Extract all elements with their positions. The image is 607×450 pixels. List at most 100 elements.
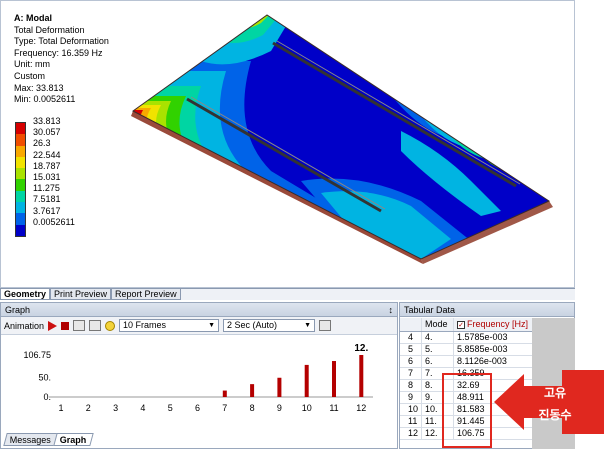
x-tick-label: 9 bbox=[277, 403, 282, 413]
y-tick-label: 0. bbox=[43, 392, 51, 402]
animation-toolbar: Animation 10 Frames ▼ 2 Sec (Auto) ▼ bbox=[1, 317, 397, 335]
mode-cell: 6. bbox=[421, 356, 453, 367]
result-title: A: Modal bbox=[14, 13, 52, 23]
legend-label: 15.031 bbox=[33, 171, 61, 182]
chevron-down-icon: ▼ bbox=[304, 322, 312, 329]
legend-swatch bbox=[16, 202, 25, 214]
legend-label: 11.275 bbox=[33, 183, 60, 194]
legend-label: 0.0052611 bbox=[33, 216, 75, 227]
row-number: 11 bbox=[408, 416, 418, 426]
legend-labels: 33.813 30.057 26.3 22.544 18.787 15.031 11.275… bbox=[33, 116, 75, 228]
mode-cell: 5. bbox=[421, 344, 453, 355]
legend-swatch bbox=[16, 156, 25, 169]
result-unit: Unit: mm bbox=[14, 59, 50, 70]
legend-label: 7.5181 bbox=[33, 194, 61, 205]
result-type: Type: Total Deformation bbox=[14, 36, 109, 47]
graph-title: Graph bbox=[5, 305, 31, 315]
tabular-title: Tabular Data bbox=[400, 303, 574, 317]
view-tabs: Geometry Print Preview Report Preview bbox=[0, 288, 575, 300]
legend-swatch bbox=[16, 134, 25, 146]
animation-label: Animation bbox=[4, 320, 45, 331]
row-number: 6 bbox=[408, 356, 414, 366]
x-tick-label: 6 bbox=[195, 403, 200, 413]
frequency-bar[interactable] bbox=[304, 364, 309, 397]
x-tick-label: 1 bbox=[58, 403, 63, 413]
checkbox-icon[interactable]: ✓ bbox=[457, 320, 465, 329]
graph-pane-title: Graph ↕ bbox=[1, 303, 397, 317]
frames-dropdown[interactable]: 10 Frames ▼ bbox=[119, 319, 220, 332]
result-name: Total Deformation bbox=[14, 24, 85, 35]
y-tick-label: 50. bbox=[38, 372, 51, 382]
distributed-frames-icon[interactable] bbox=[73, 320, 86, 331]
row-number: 8 bbox=[408, 380, 414, 390]
x-tick-label: 5 bbox=[168, 403, 173, 413]
legend-label: 33.813 bbox=[33, 116, 61, 126]
frequency-bar[interactable] bbox=[277, 377, 282, 397]
play-icon[interactable] bbox=[48, 320, 58, 331]
chevron-down-icon: ▼ bbox=[208, 322, 216, 329]
legend-swatch bbox=[16, 123, 25, 135]
row-number: 5 bbox=[408, 344, 414, 354]
mode-cell: 4. bbox=[421, 332, 453, 343]
legend-swatch bbox=[16, 213, 25, 225]
result-frames-icon[interactable] bbox=[89, 320, 102, 331]
row-number: 9 bbox=[408, 392, 414, 402]
result-min: Min: 0.0052611 bbox=[14, 94, 76, 105]
x-tick-label: 3 bbox=[113, 403, 118, 413]
row-number: 7 bbox=[408, 368, 414, 378]
selected-mode-label: 12. bbox=[354, 343, 368, 354]
result-frequency: Frequency: 16.359 Hz bbox=[14, 47, 103, 58]
export-video-icon[interactable] bbox=[319, 320, 332, 331]
graph-pane: Graph ↕ Animation 10 Frames ▼ 2 Sec (Aut… bbox=[0, 302, 398, 449]
frequency-bar[interactable] bbox=[250, 384, 255, 397]
stop-icon[interactable] bbox=[61, 321, 70, 330]
frequency-bar[interactable] bbox=[222, 390, 227, 397]
row-number: 12 bbox=[408, 428, 419, 438]
frequency-cell: 1.5785e-003 bbox=[453, 332, 533, 343]
tab-messages[interactable]: Messages bbox=[3, 433, 58, 446]
legend-swatch bbox=[16, 168, 25, 180]
tab-report-preview[interactable]: Report Preview bbox=[111, 289, 181, 300]
tab-geometry[interactable]: Geometry bbox=[0, 289, 51, 300]
legend-color-bar bbox=[15, 122, 26, 237]
annotation-line-1: 고유 bbox=[543, 386, 567, 400]
frames-value: 10 Frames bbox=[123, 320, 167, 330]
x-tick-label: 7 bbox=[222, 403, 227, 413]
frequency-bar-chart[interactable]: 106.7550.0.1 2 3 4 5 6 7 8 9 10 11 1212. bbox=[1, 337, 397, 433]
frequency-highlight-box bbox=[442, 373, 492, 448]
col-header-mode[interactable]: Mode bbox=[421, 318, 453, 331]
x-tick-label: 12 bbox=[356, 403, 366, 413]
legend-label: 3.7617 bbox=[33, 205, 61, 216]
row-number: 10 bbox=[408, 404, 419, 414]
result-info-block: A: Modal Total Deformation Type: Total D… bbox=[14, 13, 109, 106]
annotation-line-2: 진동수 bbox=[538, 408, 572, 422]
legend-label: 30.057 bbox=[33, 127, 61, 138]
model-viewport[interactable]: A: Modal Total Deformation Type: Total D… bbox=[0, 0, 575, 288]
frequency-cell: 5.8585e-003 bbox=[453, 344, 533, 355]
graph-bottom-tabs: Messages Graph bbox=[3, 433, 94, 446]
duration-value: 2 Sec (Auto) bbox=[227, 320, 278, 330]
frequency-cell: 8.1126e-003 bbox=[453, 356, 533, 367]
frequency-bar[interactable] bbox=[332, 361, 336, 397]
tab-print-preview[interactable]: Print Preview bbox=[50, 289, 112, 300]
result-scale: Custom bbox=[14, 70, 46, 81]
lightbulb-icon[interactable] bbox=[105, 320, 116, 331]
x-tick-label: 2 bbox=[86, 403, 91, 413]
col-header-frequency[interactable]: ✓ Frequency [Hz] bbox=[453, 318, 533, 331]
legend-swatch bbox=[16, 190, 25, 203]
annotation-text: 고유 진동수 bbox=[526, 382, 584, 426]
duration-dropdown[interactable]: 2 Sec (Auto) ▼ bbox=[223, 319, 316, 332]
legend-swatch bbox=[16, 179, 25, 191]
legend-swatch bbox=[16, 145, 25, 157]
y-tick-label: 106.75 bbox=[23, 350, 51, 360]
result-max: Max: 33.813 bbox=[14, 82, 64, 93]
legend-label: 26.3 bbox=[33, 138, 51, 149]
x-tick-label: 4 bbox=[140, 403, 145, 413]
pin-icon[interactable]: ↕ bbox=[389, 303, 394, 317]
x-tick-label: 8 bbox=[250, 403, 255, 413]
frequency-bar[interactable] bbox=[359, 355, 364, 397]
tab-graph[interactable]: Graph bbox=[53, 433, 94, 446]
x-tick-label: 11 bbox=[329, 403, 338, 413]
x-tick-label: 10 bbox=[302, 403, 312, 413]
legend-swatch bbox=[16, 224, 25, 236]
